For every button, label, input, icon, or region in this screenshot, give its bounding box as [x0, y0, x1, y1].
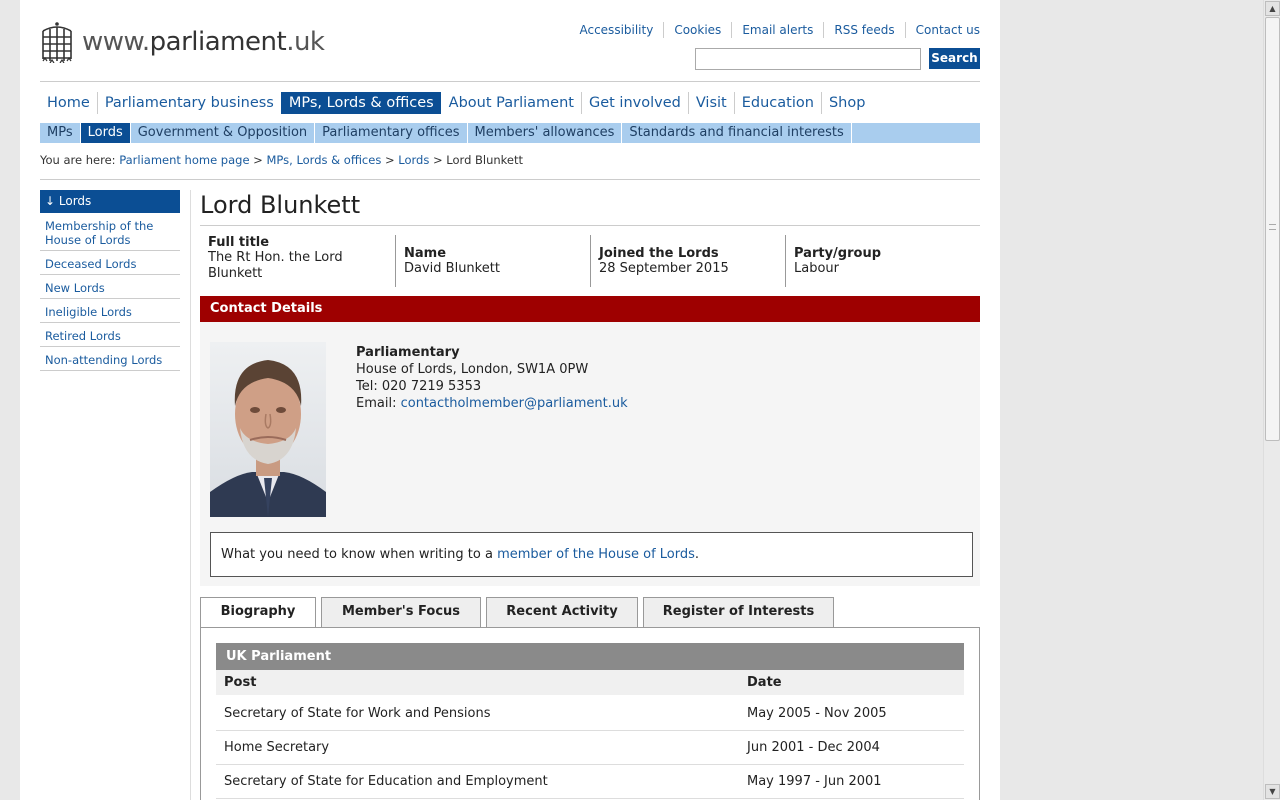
subnav-item-mps[interactable]: MPs	[40, 123, 81, 143]
breadcrumb-divider	[40, 179, 980, 180]
scroll-down-arrow-icon[interactable]: ▼	[1265, 784, 1280, 799]
subnav-item-lords[interactable]: Lords	[80, 123, 131, 143]
table-row: Secretary of State for Work and Pensions…	[216, 697, 964, 731]
contact-email-link[interactable]: contactholmember@parliament.uk	[401, 396, 628, 411]
nav-item-parliamentary-business[interactable]: Parliamentary business	[96, 92, 281, 114]
search-button[interactable]: Search	[929, 48, 980, 69]
fact-label: Party/group	[794, 245, 882, 261]
utility-link-email-alerts[interactable]: Email alerts	[731, 22, 823, 38]
header-divider	[40, 81, 980, 82]
left-nav-heading[interactable]: ↓ Lords	[40, 190, 180, 213]
subnav-item-government-opposition[interactable]: Government & Opposition	[131, 123, 316, 143]
row-date: Jun 2001 - Dec 2004	[747, 740, 880, 755]
title-divider	[200, 225, 980, 226]
fact-label: Full title	[208, 235, 270, 250]
member-tabs: Biography Member's Focus Recent Activity…	[200, 597, 839, 629]
sub-navigation: MPs Lords Government & Opposition Parlia…	[40, 123, 980, 143]
fact-label: Name	[404, 245, 447, 261]
utility-links: Accessibility Cookies Email alerts RSS f…	[569, 22, 980, 38]
row-post: Home Secretary	[224, 740, 330, 755]
breadcrumb: You are here: Parliament home page > MPs…	[40, 153, 524, 167]
contact-email: Email: contactholmember@parliament.uk	[356, 396, 628, 411]
fact-value: Labour	[794, 260, 839, 276]
table-row: Home Secretary Jun 2001 - Dec 2004	[216, 731, 964, 765]
utility-link-cookies[interactable]: Cookies	[663, 22, 731, 38]
utility-link-contact-us[interactable]: Contact us	[904, 22, 980, 38]
row-date: May 2005 - Nov 2005	[747, 706, 887, 721]
left-nav-item-retired[interactable]: Retired Lords	[40, 323, 180, 347]
left-nav-item-non-attending[interactable]: Non-attending Lords	[40, 347, 180, 371]
tab-biography[interactable]: Biography	[200, 597, 316, 629]
column-header-post: Post	[224, 675, 257, 690]
fact-value: 28 September 2015	[599, 260, 729, 276]
breadcrumb-prefix: You are here:	[40, 153, 116, 167]
column-header-date: Date	[747, 675, 782, 690]
left-nav-item-ineligible[interactable]: Ineligible Lords	[40, 299, 180, 323]
subnav-item-members-allowances[interactable]: Members' allowances	[468, 123, 623, 143]
table-section-heading: UK Parliament	[216, 643, 964, 670]
utility-link-accessibility[interactable]: Accessibility	[569, 22, 663, 38]
nav-item-shop[interactable]: Shop	[820, 92, 872, 114]
member-facts: Full title The Rt Hon. the Lord Blunkett…	[200, 235, 980, 287]
fact-full-title: Full title The Rt Hon. the Lord Blunkett	[200, 235, 395, 287]
fact-label: Joined the Lords	[599, 245, 719, 261]
row-post: Secretary of State for Education and Emp…	[224, 774, 548, 789]
search-input[interactable]	[695, 48, 921, 70]
arrow-down-icon: ↓	[45, 194, 56, 208]
scrollbar-thumb[interactable]	[1265, 17, 1280, 441]
left-nav-item-membership[interactable]: Membership of the House of Lords	[40, 213, 180, 251]
fact-party: Party/group Labour	[785, 235, 980, 287]
contact-type: Parliamentary	[356, 345, 460, 360]
main-navigation: Home Parliamentary business MPs, Lords &…	[40, 92, 872, 114]
table-row: Secretary of State for Education and Emp…	[216, 765, 964, 799]
fact-joined: Joined the Lords 28 September 2015	[590, 235, 785, 287]
member-portrait	[210, 342, 326, 517]
fact-value: The Rt Hon. the Lord Blunkett	[208, 250, 343, 281]
breadcrumb-current: Lord Blunkett	[446, 153, 524, 167]
fact-name: Name David Blunkett	[395, 235, 590, 287]
left-navigation: ↓ Lords Membership of the House of Lords…	[40, 190, 180, 371]
contact-telephone: Tel: 020 7219 5353	[356, 379, 482, 394]
left-nav-item-deceased[interactable]: Deceased Lords	[40, 251, 180, 275]
page-title: Lord Blunkett	[200, 191, 361, 219]
nav-item-about-parliament[interactable]: About Parliament	[441, 92, 581, 114]
column-divider	[190, 190, 191, 800]
row-date: May 1997 - Jun 2001	[747, 774, 882, 789]
portcullis-icon	[42, 22, 72, 63]
nav-item-visit[interactable]: Visit	[687, 92, 734, 114]
utility-link-rss-feeds[interactable]: RSS feeds	[823, 22, 904, 38]
parliament-logo[interactable]: www.parliament.uk	[40, 20, 325, 64]
subnav-item-parliamentary-offices[interactable]: Parliamentary offices	[315, 123, 468, 143]
contact-address: House of Lords, London, SW1A 0PW	[356, 362, 589, 377]
grip-icon	[1269, 224, 1276, 230]
contact-details-panel: Parliamentary House of Lords, London, SW…	[200, 322, 980, 586]
biography-panel: UK Parliament Post Date Secretary of Sta…	[200, 627, 980, 800]
logo-text: www.parliament.uk	[82, 27, 325, 57]
subnav-item-standards[interactable]: Standards and financial interests	[622, 123, 852, 143]
nav-item-get-involved[interactable]: Get involved	[580, 92, 688, 114]
breadcrumb-link-lords[interactable]: Lords	[398, 153, 429, 167]
vertical-scrollbar[interactable]: ▲ ▼	[1263, 0, 1280, 800]
table-column-headers: Post Date	[216, 670, 964, 695]
nav-item-home[interactable]: Home	[40, 92, 97, 114]
fact-value: David Blunkett	[404, 260, 500, 276]
page: www.parliament.uk Accessibility Cookies …	[20, 0, 1000, 800]
breadcrumb-link-mps-lords-offices[interactable]: MPs, Lords & offices	[266, 153, 381, 167]
contact-details-heading: Contact Details	[200, 296, 980, 322]
left-nav-item-new[interactable]: New Lords	[40, 275, 180, 299]
scroll-up-arrow-icon[interactable]: ▲	[1265, 1, 1280, 16]
guidance-link[interactable]: member of the House of Lords	[497, 547, 695, 562]
tab-members-focus[interactable]: Member's Focus	[321, 597, 481, 628]
tab-recent-activity[interactable]: Recent Activity	[486, 597, 638, 628]
writing-guidance-note: What you need to know when writing to a …	[210, 532, 973, 577]
contact-info: Parliamentary House of Lords, London, SW…	[356, 344, 628, 412]
breadcrumb-link-home[interactable]: Parliament home page	[119, 153, 249, 167]
nav-item-mps-lords-offices[interactable]: MPs, Lords & offices	[280, 92, 441, 114]
tab-register-of-interests[interactable]: Register of Interests	[643, 597, 834, 628]
nav-item-education[interactable]: Education	[733, 92, 821, 114]
row-post: Secretary of State for Work and Pensions	[224, 706, 491, 721]
